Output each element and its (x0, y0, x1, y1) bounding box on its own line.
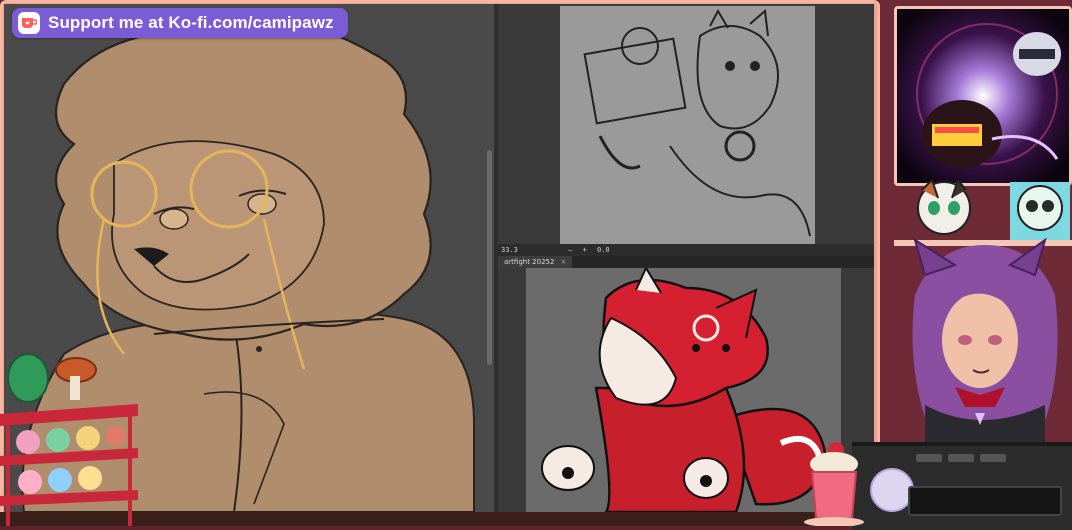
vcr-button (980, 454, 1006, 462)
fox-sheet (526, 265, 841, 514)
angle-value[interactable]: 0.0 (594, 246, 613, 254)
close-tab-icon[interactable]: × (560, 258, 566, 266)
canvas-scrollbar[interactable] (487, 150, 492, 365)
document-tabbar: artfight 20252 × (498, 256, 874, 268)
now-playing-frame (894, 6, 1072, 186)
sketch-panel[interactable] (498, 4, 874, 244)
vcr-button (948, 454, 974, 462)
zoom-out-button[interactable]: – (565, 246, 575, 254)
view-toolbar[interactable]: 33.3 – + 0.0 (498, 244, 874, 256)
vtuber-avatar (912, 237, 1058, 445)
vcr-decoration (852, 442, 1072, 530)
vcr-button (916, 454, 942, 462)
kofi-cup-icon (18, 12, 40, 34)
cat-emote (917, 180, 971, 235)
vcr-tape-slot (908, 486, 1062, 516)
candy-shelf (0, 353, 138, 526)
album-art (897, 9, 1069, 183)
zoom-value[interactable]: 33.3 (498, 246, 521, 254)
cat-sketch (583, 8, 811, 237)
zoom-in-button[interactable]: + (580, 246, 590, 254)
strawberry-drink (804, 442, 864, 526)
sketch-sheet (560, 6, 815, 244)
tab-label: artfight 20252 (504, 258, 555, 266)
fox-illustration (541, 265, 828, 514)
emote-row (917, 180, 1070, 240)
kofi-label: Support me at Ko-fi.com/camipawz (48, 13, 334, 32)
kofi-banner[interactable]: Support me at Ko-fi.com/camipawz (12, 8, 348, 38)
ghost-emote (1010, 182, 1070, 240)
tab-artfight[interactable]: artfight 20252 × (498, 256, 573, 268)
